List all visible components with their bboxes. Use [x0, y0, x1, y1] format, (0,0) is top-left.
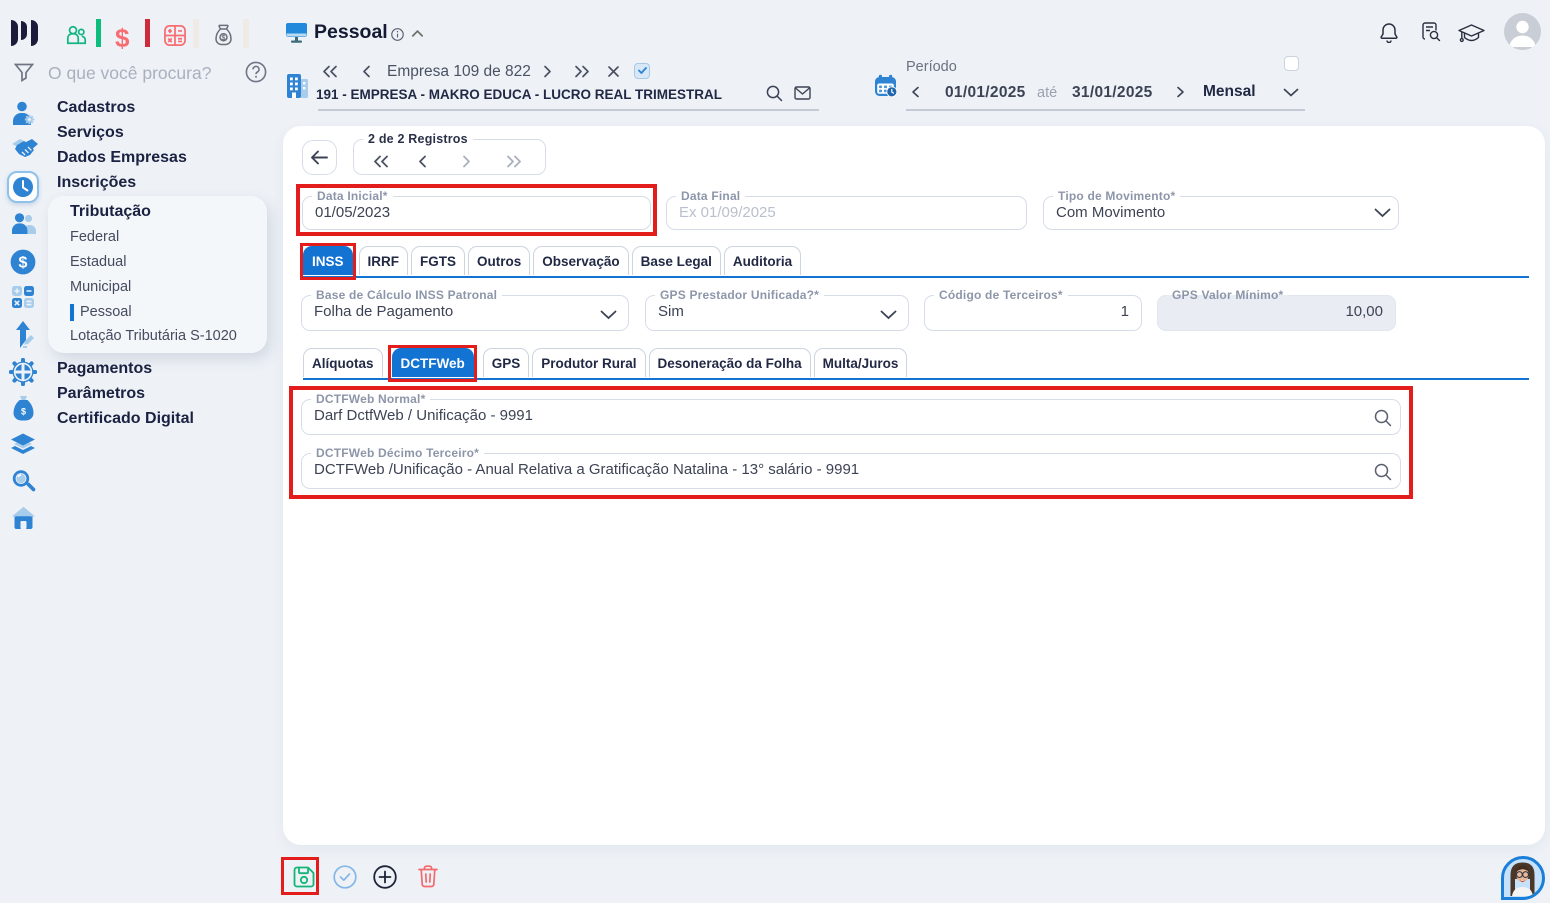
svg-text:$: $ — [19, 255, 28, 272]
svg-text:$: $ — [21, 407, 26, 417]
